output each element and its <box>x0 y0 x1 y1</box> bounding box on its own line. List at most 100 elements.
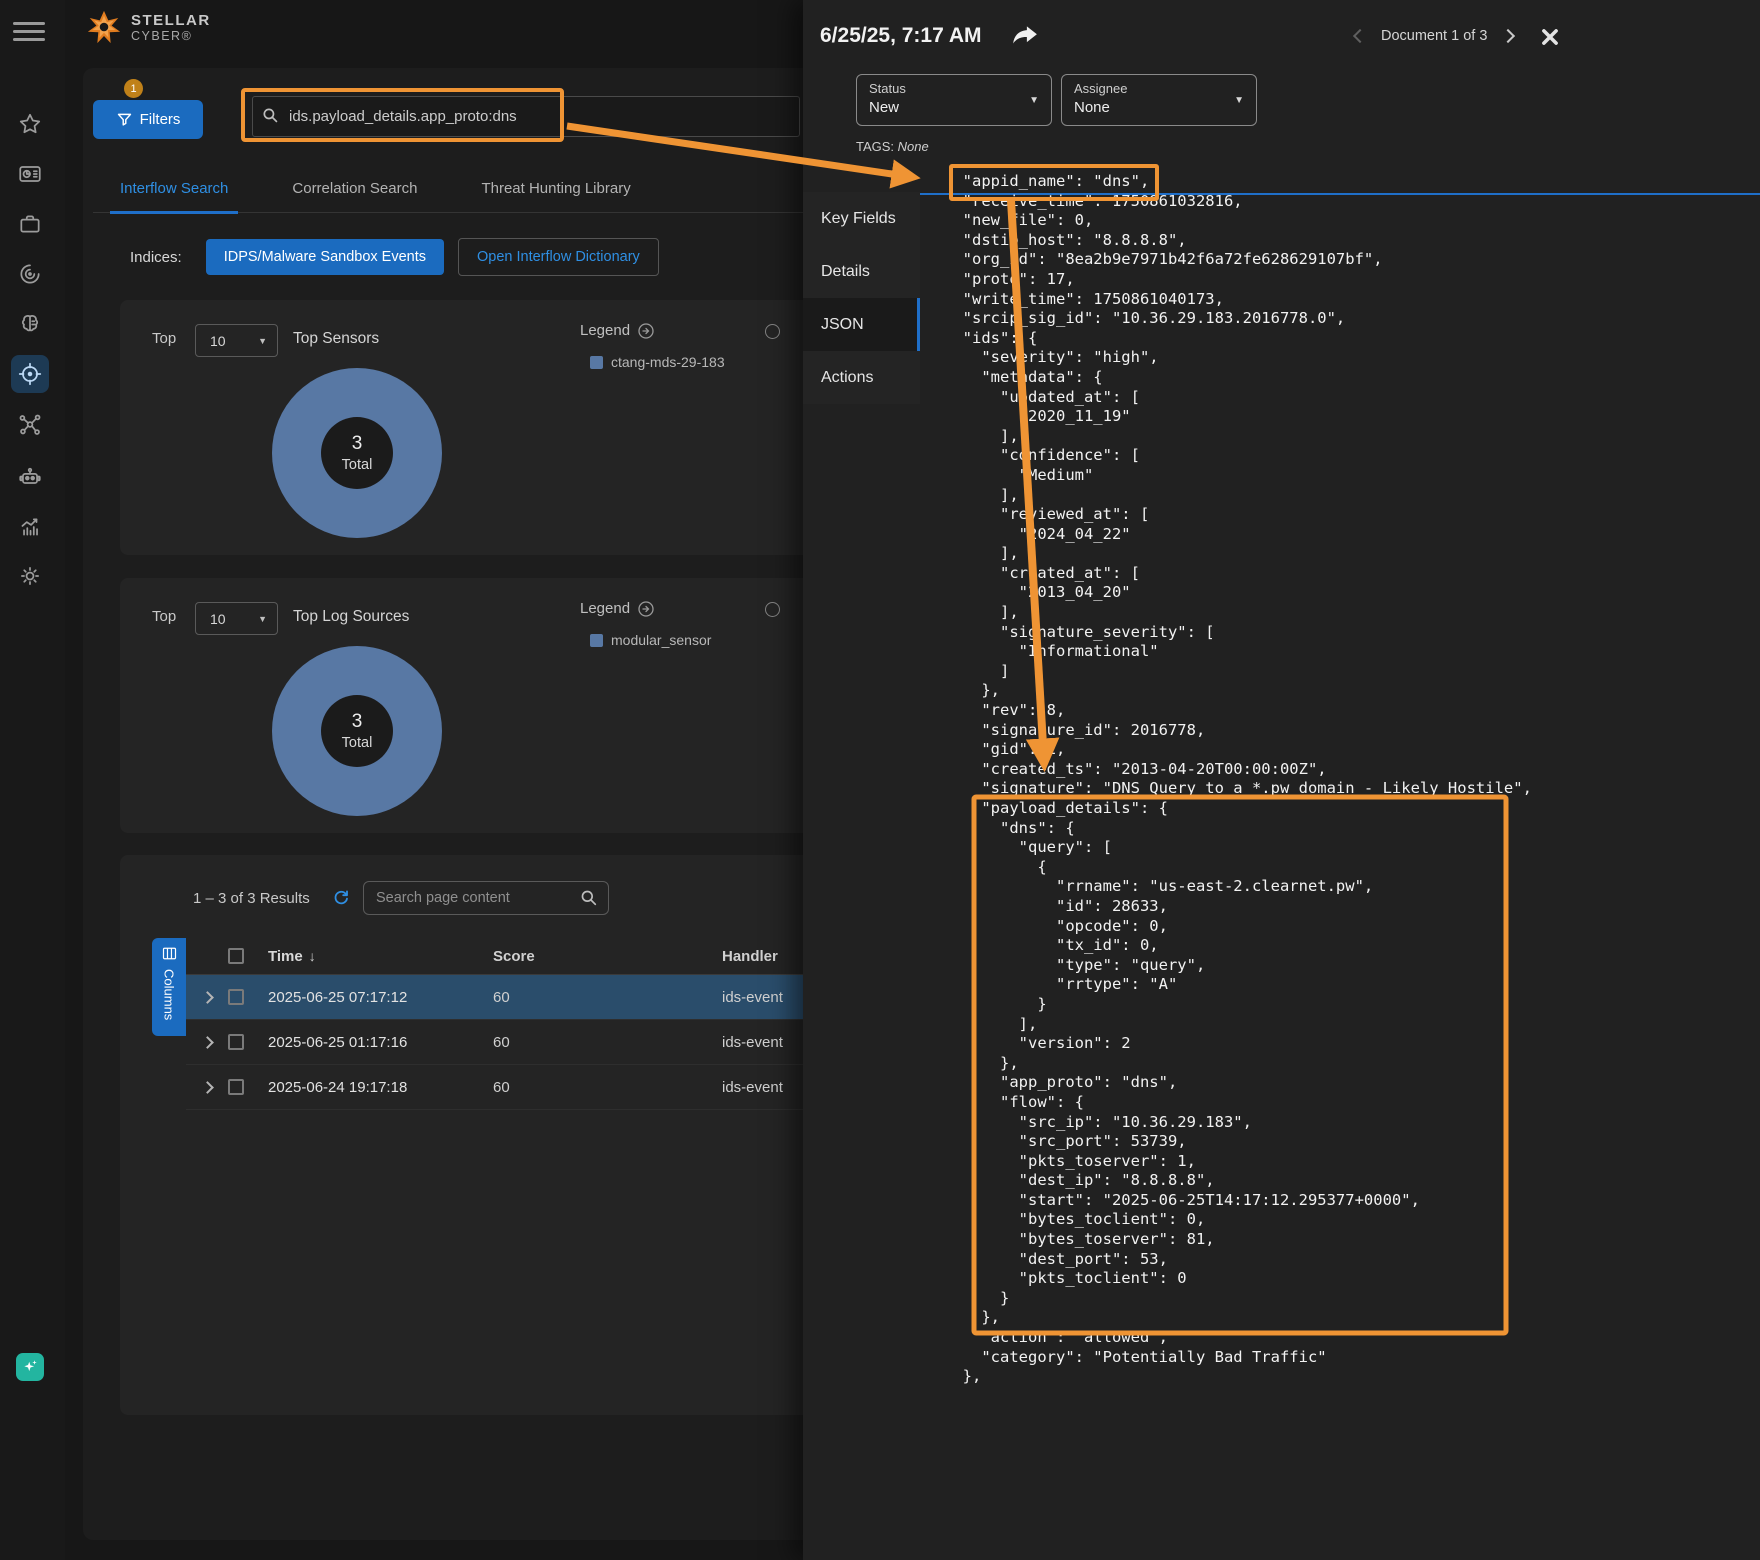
table-row[interactable]: 2025-06-25 01:17:16 60 ids-event <box>186 1020 820 1065</box>
refresh-icon[interactable] <box>332 888 350 906</box>
donut-total-label: Total <box>342 457 373 473</box>
legend-radio[interactable] <box>765 324 780 339</box>
sidebar <box>0 0 65 1560</box>
search-tabs: Interflow Search Correlation Search Thre… <box>110 180 641 214</box>
page-content-search-input[interactable] <box>363 881 609 915</box>
tab-threat-hunting-library[interactable]: Threat Hunting Library <box>471 180 640 214</box>
detail-tab-menu: Key Fields Details JSON Actions <box>803 192 920 404</box>
assignee-dropdown[interactable]: Assignee None ▼ <box>1061 74 1257 126</box>
tags-line: TAGS: None <box>856 139 929 154</box>
dashboard-icon[interactable] <box>11 155 49 193</box>
top-label: Top <box>152 608 176 625</box>
tab-correlation-search[interactable]: Correlation Search <box>282 180 427 214</box>
top-label: Top <box>152 330 176 347</box>
donut-chart: 3 Total <box>272 368 442 538</box>
share-forward-icon[interactable] <box>1010 24 1040 50</box>
column-header-handler[interactable]: Handler <box>722 948 812 965</box>
app-root: STELLAR CYBER® Filters 1 Interflow Searc… <box>0 0 1760 1560</box>
row-checkbox[interactable] <box>228 1034 244 1050</box>
json-viewer: "appid_name": "dns", "receive_time": 175… <box>920 172 1760 1552</box>
threat-hunting-target-icon[interactable] <box>11 355 49 393</box>
document-timestamp: 6/25/25, 7:17 AM <box>820 24 981 48</box>
search-input[interactable] <box>252 96 800 137</box>
legend-radio[interactable] <box>765 602 780 617</box>
reports-chart-icon[interactable] <box>11 508 49 546</box>
results-count: 1 – 3 of 3 Results <box>193 890 310 907</box>
chevron-down-icon: ▼ <box>258 614 267 624</box>
tab-actions[interactable]: Actions <box>803 351 920 404</box>
chevron-down-icon: ▼ <box>1029 95 1039 106</box>
donut-total-value: 3 <box>352 711 363 733</box>
legend-swatch <box>590 356 603 369</box>
settings-gear-icon[interactable] <box>11 557 49 595</box>
cases-briefcase-icon[interactable] <box>11 205 49 243</box>
top-sensors-card: Top 10▼ Top Sensors Legend ctang-mds-29-… <box>120 300 820 555</box>
row-checkbox[interactable] <box>228 989 244 1005</box>
stellar-star-icon <box>85 8 123 46</box>
indices-label: Indices: <box>130 249 182 266</box>
sort-desc-icon: ↓ <box>309 948 316 964</box>
ai-assistant-icon[interactable] <box>16 1353 44 1381</box>
legend-arrow-icon <box>638 323 654 339</box>
table-header-row: Time↓ Score Handler <box>186 938 820 975</box>
table-row[interactable]: 2025-06-25 07:17:12 60 ids-event <box>186 975 820 1020</box>
chart-title: Top Log Sources <box>293 608 409 626</box>
legend-toggle[interactable]: Legend <box>580 600 654 617</box>
donut-chart: 3 Total <box>272 646 442 816</box>
tags-value: None <box>898 139 929 154</box>
document-navigation: Document 1 of 3 <box>1355 28 1513 44</box>
brand-line2: CYBER® <box>131 29 211 43</box>
filter-funnel-icon <box>116 111 133 128</box>
tab-details[interactable]: Details <box>803 245 920 298</box>
column-header-time[interactable]: Time↓ <box>268 948 493 965</box>
chevron-down-icon: ▼ <box>258 336 267 346</box>
columns-grid-icon <box>162 946 177 961</box>
document-detail-panel: 6/25/25, 7:17 AM Document 1 of 3 Status … <box>803 0 1760 1560</box>
table-row[interactable]: 2025-06-24 19:17:18 60 ids-event <box>186 1065 820 1110</box>
results-card: 1 – 3 of 3 Results Columns Time↓ Score H… <box>120 855 820 1415</box>
donut-total-value: 3 <box>352 433 363 455</box>
chart-title: Top Sensors <box>293 330 379 348</box>
close-icon[interactable] <box>1540 27 1560 47</box>
filters-button[interactable]: Filters <box>93 100 203 139</box>
indices-row: Indices: IDPS/Malware Sandbox Events Ope… <box>130 238 659 276</box>
chevron-down-icon: ▼ <box>1234 95 1244 106</box>
connectors-network-icon[interactable] <box>11 406 49 444</box>
column-header-score[interactable]: Score <box>493 948 722 965</box>
select-all-checkbox[interactable] <box>228 948 244 964</box>
document-counter: Document 1 of 3 <box>1381 28 1487 44</box>
top-log-sources-card: Top 10▼ Top Log Sources Legend modular_s… <box>120 578 820 833</box>
row-expand-icon[interactable] <box>201 1036 214 1049</box>
tab-json[interactable]: JSON <box>803 298 920 351</box>
machine-learning-brain-icon[interactable] <box>11 305 49 343</box>
previous-document-icon[interactable] <box>1353 29 1367 43</box>
detections-gauge-icon[interactable] <box>11 255 49 293</box>
results-table: Time↓ Score Handler 2025-06-25 07:17:12 … <box>186 938 820 1110</box>
filters-badge: 1 <box>124 79 143 98</box>
columns-tab[interactable]: Columns <box>152 938 186 1036</box>
row-expand-icon[interactable] <box>201 1081 214 1094</box>
tab-interflow-search[interactable]: Interflow Search <box>110 180 238 214</box>
automation-robot-icon[interactable] <box>11 457 49 495</box>
search-icon <box>580 889 598 907</box>
row-checkbox[interactable] <box>228 1079 244 1095</box>
menu-icon[interactable] <box>13 17 45 43</box>
top-n-dropdown[interactable]: 10▼ <box>195 602 278 635</box>
brand-line1: STELLAR <box>131 12 211 29</box>
next-document-icon[interactable] <box>1501 29 1515 43</box>
indices-selected-button[interactable]: IDPS/Malware Sandbox Events <box>206 239 444 275</box>
row-expand-icon[interactable] <box>201 991 214 1004</box>
legend-item[interactable]: modular_sensor <box>590 632 711 648</box>
legend-toggle[interactable]: Legend <box>580 322 654 339</box>
legend-swatch <box>590 634 603 647</box>
favorites-star-icon[interactable] <box>11 105 49 143</box>
brand-logo: STELLAR CYBER® <box>85 8 211 46</box>
search-icon <box>262 107 279 124</box>
top-n-dropdown[interactable]: 10▼ <box>195 324 278 357</box>
legend-arrow-icon <box>638 601 654 617</box>
status-dropdown[interactable]: Status New ▼ <box>856 74 1052 126</box>
open-interflow-dictionary-button[interactable]: Open Interflow Dictionary <box>458 238 659 276</box>
legend-item[interactable]: ctang-mds-29-183 <box>590 354 725 370</box>
tab-key-fields[interactable]: Key Fields <box>803 192 920 245</box>
donut-total-label: Total <box>342 735 373 751</box>
